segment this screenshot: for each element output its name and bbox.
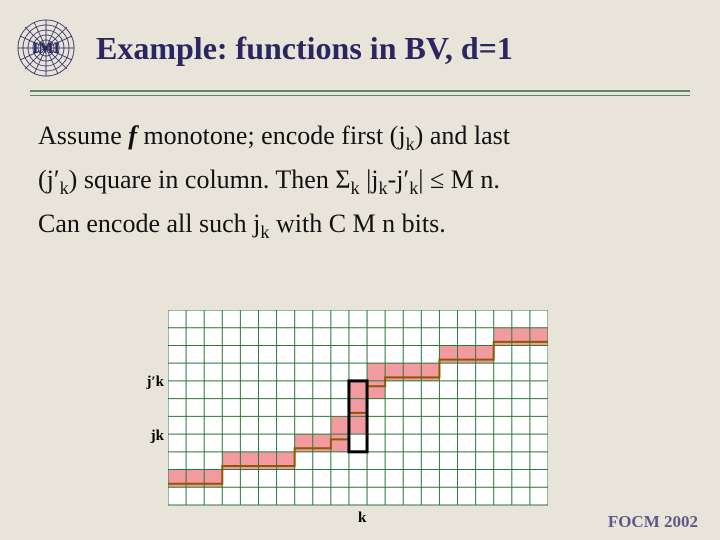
subscript: k [350,178,359,198]
body-line-2: (j′k) square in column. Then Σk |jk-j′k|… [38,158,690,202]
slide-header: IMI Example: functions in BV, d=1 [0,0,720,88]
slide-body: Assume f monotone; encode first (jk) and… [0,96,720,247]
subscript: k [406,134,415,154]
subscript: k [60,178,69,198]
text: ) and last [415,121,510,150]
svg-text:IMI: IMI [32,40,60,57]
slide-title: Example: functions in BV, d=1 [96,30,513,67]
text: -j′ [388,165,410,194]
label-jprime-k: j′k [146,374,164,391]
imi-logo: IMI [16,18,76,78]
footer-text: FOCM 2002 [608,512,698,532]
text: Assume [38,121,128,150]
divider-line [30,90,690,92]
text: |j [360,165,379,194]
text: monotone; encode first (j [137,121,406,150]
text: | ≤ M n. [418,165,500,194]
body-line-3: Can encode all such jk with C M n bits. [38,202,690,246]
text-f: f [128,121,137,150]
text: with C M n bits. [269,209,445,238]
body-line-1: Assume f monotone; encode first (jk) and… [38,114,690,158]
subscript: k [409,178,418,198]
label-j-k: jk [151,428,164,445]
text: (j′ [38,165,60,194]
text: ) square in column. Then Σ [69,165,351,194]
chart [168,310,548,510]
label-k: k [358,510,366,527]
text: Can encode all such j [38,209,260,238]
subscript: k [379,178,388,198]
chart-container: j′k jk k [168,310,548,515]
